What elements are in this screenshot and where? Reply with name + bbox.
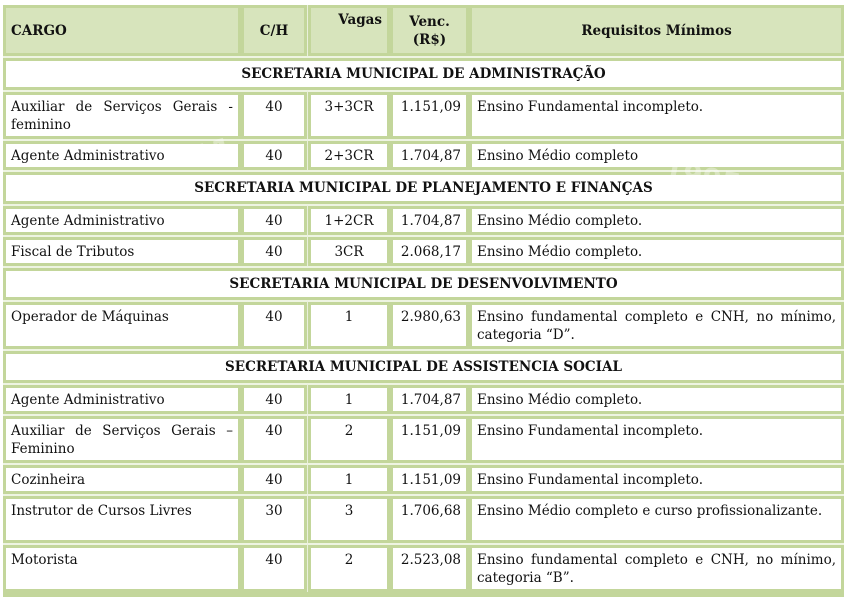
cell-requisitos: Ensino Fundamental incompleto. xyxy=(472,468,841,491)
cell-ch: 40 xyxy=(244,468,304,491)
section-row: SECRETARIA MUNICIPAL DE ADMINISTRAÇÃO xyxy=(3,56,844,90)
cell-ch: 40 xyxy=(244,144,304,167)
section-row: SECRETARIA MUNICIPAL DE ASSISTENCIA SOCI… xyxy=(3,349,844,383)
table-row: Fiscal de Tributos 40 3CR 2.068,17 Ensino Mé… xyxy=(3,235,844,266)
cell-vagas: 3+3CR xyxy=(311,95,387,136)
cell-requisitos: Ensino Fundamental incompleto. xyxy=(472,95,841,136)
table-row: Auxiliar de Serviços Gerais – Feminino 40… xyxy=(3,414,844,463)
cell-cargo: Operador de Máquinas xyxy=(6,305,238,346)
cell-requisitos: Ensino Médio completo. xyxy=(472,240,841,263)
header-requisitos: Requisitos Mínimos xyxy=(472,8,841,53)
section-title: SECRETARIA MUNICIPAL DE ASSISTENCIA SOCI… xyxy=(6,354,841,380)
cell-venc: 1.151,09 xyxy=(393,419,466,460)
cell-vagas: 2 xyxy=(311,548,387,589)
cell-ch: 30 xyxy=(244,499,304,540)
cell-venc: 2.068,17 xyxy=(393,240,466,263)
header-venc-line2: (R$) xyxy=(412,32,447,48)
cell-requisitos: Ensino Médio completo. xyxy=(472,209,841,232)
cell-venc: 1.151,09 xyxy=(393,95,466,136)
cell-vagas: 1 xyxy=(311,468,387,491)
cell-venc: 1.151,09 xyxy=(393,468,466,491)
cell-venc: 1.706,68 xyxy=(393,499,466,540)
cell-ch: 40 xyxy=(244,419,304,460)
cell-cargo: Agente Administrativo xyxy=(6,209,238,232)
cell-venc: 1.704,87 xyxy=(393,209,466,232)
table-row: Instrutor de Cursos Livres 30 3 1.706,68 Ens… xyxy=(3,494,844,543)
header-ch: C/H xyxy=(244,8,304,53)
table-row: Operador de Máquinas 40 1 2.980,63 Ensino fu… xyxy=(3,300,844,349)
cell-vagas: 2+3CR xyxy=(311,144,387,167)
cell-ch: 40 xyxy=(244,95,304,136)
table-row: Agente Administrativo 40 1 1.704,87 Ensino M… xyxy=(3,383,844,414)
cell-cargo: Auxiliar de Serviços Gerais - feminino xyxy=(6,95,238,136)
cell-venc: 2.523,08 xyxy=(393,548,466,589)
cell-requisitos: Ensino Médio completo e curso profission… xyxy=(472,499,841,540)
header-cargo: CARGO xyxy=(6,8,238,53)
section-title: SECRETARIA MUNICIPAL DE ADMINISTRAÇÃO xyxy=(6,61,841,87)
cell-ch: 40 xyxy=(244,548,304,589)
cell-requisitos: Ensino Médio completo xyxy=(472,144,841,167)
cell-cargo: Agente Administrativo xyxy=(6,144,238,167)
table-body: SECRETARIA MUNICIPAL DE ADMINISTRAÇÃO Aux… xyxy=(3,56,844,592)
cell-vagas: 1+2CR xyxy=(311,209,387,232)
cell-venc: 1.704,87 xyxy=(393,144,466,167)
cell-ch: 40 xyxy=(244,388,304,411)
cell-vagas: 1 xyxy=(311,388,387,411)
cell-vagas: 1 xyxy=(311,305,387,346)
header-row: CARGO C/H Vagas Venc. (R$) Requisitos Mí… xyxy=(3,5,844,56)
cell-cargo: Agente Administrativo xyxy=(6,388,238,411)
cell-vagas: 3 xyxy=(311,499,387,540)
header-vagas: Vagas xyxy=(311,8,387,53)
cell-cargo: Motorista xyxy=(6,548,238,589)
cell-ch: 40 xyxy=(244,240,304,263)
cell-cargo: Fiscal de Tributos xyxy=(6,240,238,263)
cell-requisitos: Ensino fundamental completo e CNH, no mí… xyxy=(472,305,841,346)
cell-vagas: 2 xyxy=(311,419,387,460)
table-row: Cozinheira 40 1 1.151,09 Ensino Fundamental … xyxy=(3,463,844,494)
vacancies-table: CARGO C/H Vagas Venc. (R$) Requisitos Mí… xyxy=(3,5,844,592)
cell-cargo: Cozinheira xyxy=(6,468,238,491)
section-row: SECRETARIA MUNICIPAL DE PLANEJAMENTO E F… xyxy=(3,170,844,204)
header-venc-line1: Venc. xyxy=(409,14,450,30)
table-row: Motorista 40 2 2.523,08 Ensino fundamental c… xyxy=(3,543,844,592)
cell-ch: 40 xyxy=(244,305,304,346)
cell-cargo: Instrutor de Cursos Livres xyxy=(6,499,238,540)
cell-requisitos: Ensino fundamental completo e CNH, no mí… xyxy=(472,548,841,589)
cell-ch: 40 xyxy=(244,209,304,232)
header-venc: Venc. (R$) xyxy=(393,8,466,53)
cell-requisitos: Ensino Fundamental incompleto. xyxy=(472,419,841,460)
cell-venc: 2.980,63 xyxy=(393,305,466,346)
section-row: SECRETARIA MUNICIPAL DE DESENVOLVIMENTO xyxy=(3,266,844,300)
cell-vagas: 3CR xyxy=(311,240,387,263)
cell-venc: 1.704,87 xyxy=(393,388,466,411)
table-row: Agente Administrativo 40 1+2CR 1.704,87 Ensi… xyxy=(3,204,844,235)
table-row: Auxiliar de Serviços Gerais - feminino 40… xyxy=(3,90,844,139)
cell-cargo: Auxiliar de Serviços Gerais – Feminino xyxy=(6,419,238,460)
section-title: SECRETARIA MUNICIPAL DE PLANEJAMENTO E F… xyxy=(6,175,841,201)
section-title: SECRETARIA MUNICIPAL DE DESENVOLVIMENTO xyxy=(6,271,841,297)
cell-requisitos: Ensino Médio completo. xyxy=(472,388,841,411)
table-row: Agente Administrativo 40 2+3CR 1.704,87 Ensi… xyxy=(3,139,844,170)
